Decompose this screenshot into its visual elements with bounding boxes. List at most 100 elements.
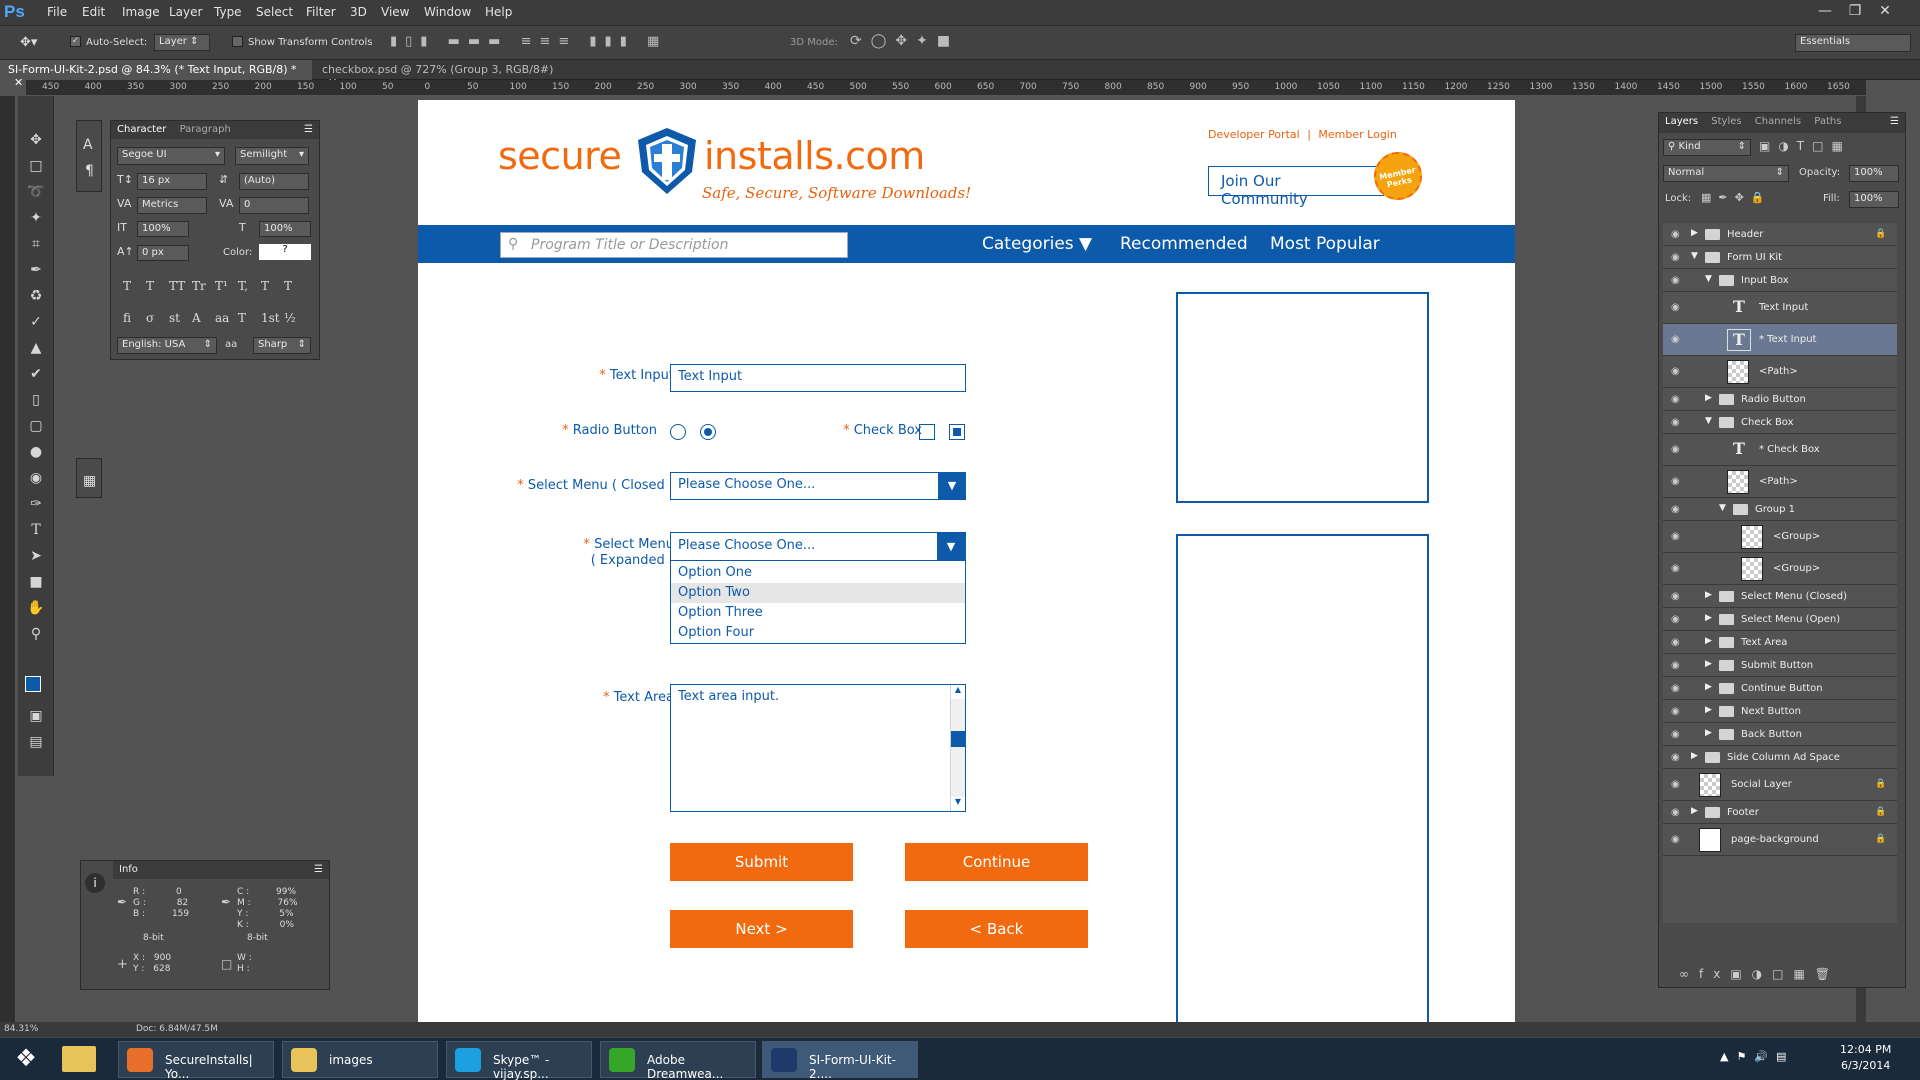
expand-closed-icon[interactable]: ▶ (1691, 806, 1698, 816)
developer-portal-link[interactable]: Developer Portal (1208, 128, 1300, 141)
eye-icon[interactable]: ◉ (1671, 334, 1683, 345)
layer-name[interactable]: page-background (1731, 834, 1819, 845)
taskbar-item[interactable]: Skype™ - vijay.sp... (446, 1041, 592, 1080)
glyphs-panel-icon[interactable]: ▦ (83, 473, 96, 489)
layer-name[interactable]: Continue Button (1741, 683, 1823, 694)
3d-mode-icons[interactable]: ⟳◯✥✦■ (850, 33, 959, 49)
tab-paths[interactable]: Paths (1814, 116, 1841, 127)
layer-name[interactable]: Select Menu (Closed) (1741, 591, 1847, 602)
tracking-field[interactable]: 0 (239, 197, 309, 214)
select-option[interactable]: Option Three (671, 603, 965, 623)
eye-icon[interactable]: ◉ (1671, 660, 1683, 671)
layer-row[interactable]: ◉ ▶ Next Button (1663, 700, 1897, 723)
menu-image[interactable]: Image (122, 5, 160, 19)
move-tool-icon[interactable]: ✥▾ (20, 35, 37, 50)
layer-row[interactable]: ◉ ▶ Radio Button (1663, 388, 1897, 411)
continue-button[interactable]: Continue (905, 843, 1088, 881)
taskbar-item[interactable]: SI-Form-UI-Kit-2.... (762, 1041, 918, 1080)
rectangle-tool-icon[interactable]: ■ (26, 572, 46, 592)
layer-row[interactable]: ◉ <Group> (1663, 521, 1897, 553)
eye-icon[interactable]: ◉ (1671, 614, 1683, 625)
menu-help[interactable]: Help (485, 5, 512, 19)
filter-type-icons[interactable]: ▣◑T□▦ (1759, 139, 1851, 153)
menu-window[interactable]: Window (424, 5, 471, 19)
expand-closed-icon[interactable]: ▶ (1691, 751, 1698, 761)
dodge-tool-icon[interactable]: ◉ (26, 468, 46, 488)
radio-button-checked[interactable] (700, 424, 716, 440)
type-style-button[interactable]: T (284, 279, 307, 293)
horizontal-scale-field[interactable]: 100% (259, 221, 311, 237)
healing-brush-icon[interactable]: ♻ (26, 286, 46, 306)
expand-closed-icon[interactable]: ▶ (1705, 636, 1712, 646)
tab-channels[interactable]: Channels (1755, 116, 1801, 127)
layer-name[interactable]: * Text Input (1759, 334, 1816, 345)
layer-row[interactable]: ◉ page-background 🔒 (1663, 824, 1897, 856)
pen-tool-icon[interactable]: ✑ (26, 494, 46, 514)
expand-open-icon[interactable]: ▼ (1691, 251, 1698, 261)
layer-row[interactable]: ◉ <Path> (1663, 356, 1897, 388)
eye-icon[interactable]: ◉ (1671, 807, 1683, 818)
menu-type[interactable]: Type (214, 5, 242, 19)
select-option[interactable]: Option One (671, 563, 965, 583)
expand-closed-icon[interactable]: ▶ (1705, 659, 1712, 669)
nav-most-popular[interactable]: Most Popular (1270, 234, 1380, 254)
text-input-field[interactable]: Text Input (670, 364, 966, 392)
tab-paragraph[interactable]: Paragraph (180, 124, 231, 135)
select-closed[interactable]: Please Choose One... (670, 472, 966, 500)
member-login-link[interactable]: Member Login (1318, 128, 1396, 141)
opentype-button[interactable]: fi (123, 311, 146, 325)
type-style-button[interactable]: T (146, 279, 169, 293)
layer-name[interactable]: <Path> (1759, 366, 1798, 377)
layer-name[interactable]: Text Area (1741, 637, 1787, 648)
zoom-level[interactable]: 84.31% (4, 1024, 38, 1034)
opacity-field[interactable]: 100% (1849, 165, 1899, 182)
panel-menu-icon[interactable]: ☰ (1890, 116, 1899, 127)
type-style-button[interactable]: TT (169, 279, 192, 293)
eye-icon[interactable]: ◉ (1671, 476, 1683, 487)
color-swatch[interactable]: ? (259, 244, 311, 260)
layer-name[interactable]: Back Button (1741, 729, 1802, 740)
taskbar-item[interactable]: images (282, 1041, 438, 1078)
layer-name[interactable]: Input Box (1741, 275, 1789, 286)
select-expanded-value[interactable]: Please Choose One... (671, 533, 965, 561)
foreground-color-swatch[interactable] (25, 676, 41, 692)
layer-name[interactable]: * Check Box (1759, 444, 1820, 455)
blur-tool-icon[interactable]: ● (26, 442, 46, 462)
select-arrow-icon[interactable]: ▼ (938, 472, 966, 500)
tab-checkbox-document[interactable]: checkbox.psd @ 727% (Group 3, RGB/8#) ✕ (314, 60, 570, 89)
align-icons[interactable]: ▮▯▮ ▬▬▬ ≡≡≡ ▮▮▮ ▦ (390, 34, 667, 49)
tab-active-document[interactable]: SI-Form-UI-Kit-2.psd @ 84.3% (* Text Inp… (0, 60, 312, 89)
back-button[interactable]: < Back (905, 910, 1088, 948)
layer-name[interactable]: Select Menu (Open) (1741, 614, 1840, 625)
vertical-scale-field[interactable]: 100% (137, 221, 189, 237)
eye-icon[interactable]: ◉ (1671, 394, 1683, 405)
type-style-button[interactable]: Tr (192, 279, 215, 293)
layer-row[interactable]: ◉ ▶ Back Button (1663, 723, 1897, 746)
checkbox-unchecked[interactable] (919, 424, 935, 440)
marquee-tool-icon[interactable]: □ (26, 156, 46, 176)
screen-mode-icon[interactable]: ▤ (26, 732, 46, 752)
type-tool-icon[interactable]: T (26, 520, 46, 540)
layer-row[interactable]: ◉ ▶ Continue Button (1663, 677, 1897, 700)
path-select-icon[interactable]: ➤ (26, 546, 46, 566)
close-tab-icon[interactable]: ✕ (14, 76, 23, 89)
eye-icon[interactable]: ◉ (1671, 366, 1683, 377)
layer-row[interactable]: ◉ ▼ Input Box (1663, 269, 1897, 292)
layer-row[interactable]: ◉ ▶ Side Column Ad Space (1663, 746, 1897, 769)
expand-open-icon[interactable]: ▼ (1705, 416, 1712, 426)
eye-icon[interactable]: ◉ (1671, 779, 1683, 790)
menu-edit[interactable]: Edit (82, 5, 105, 19)
layer-name[interactable]: Submit Button (1741, 660, 1813, 671)
expand-closed-icon[interactable]: ▶ (1705, 728, 1712, 738)
expand-closed-icon[interactable]: ▶ (1705, 393, 1712, 403)
hand-tool-icon[interactable]: ✋ (26, 598, 46, 618)
eye-icon[interactable]: ◉ (1671, 531, 1683, 542)
textarea-field[interactable]: Text area input. (670, 684, 966, 812)
tab-character[interactable]: Character (117, 124, 166, 135)
language-dropdown[interactable]: English: USA ⇕ (117, 337, 217, 354)
windows-start-icon[interactable]: ❖ (6, 1044, 46, 1076)
layer-row[interactable]: ◉ ▼ Group 1 (1663, 498, 1897, 521)
zoom-tool-icon[interactable]: ⚲ (26, 624, 46, 644)
opentype-button[interactable]: aa (215, 311, 238, 325)
expand-closed-icon[interactable]: ▶ (1691, 228, 1698, 238)
